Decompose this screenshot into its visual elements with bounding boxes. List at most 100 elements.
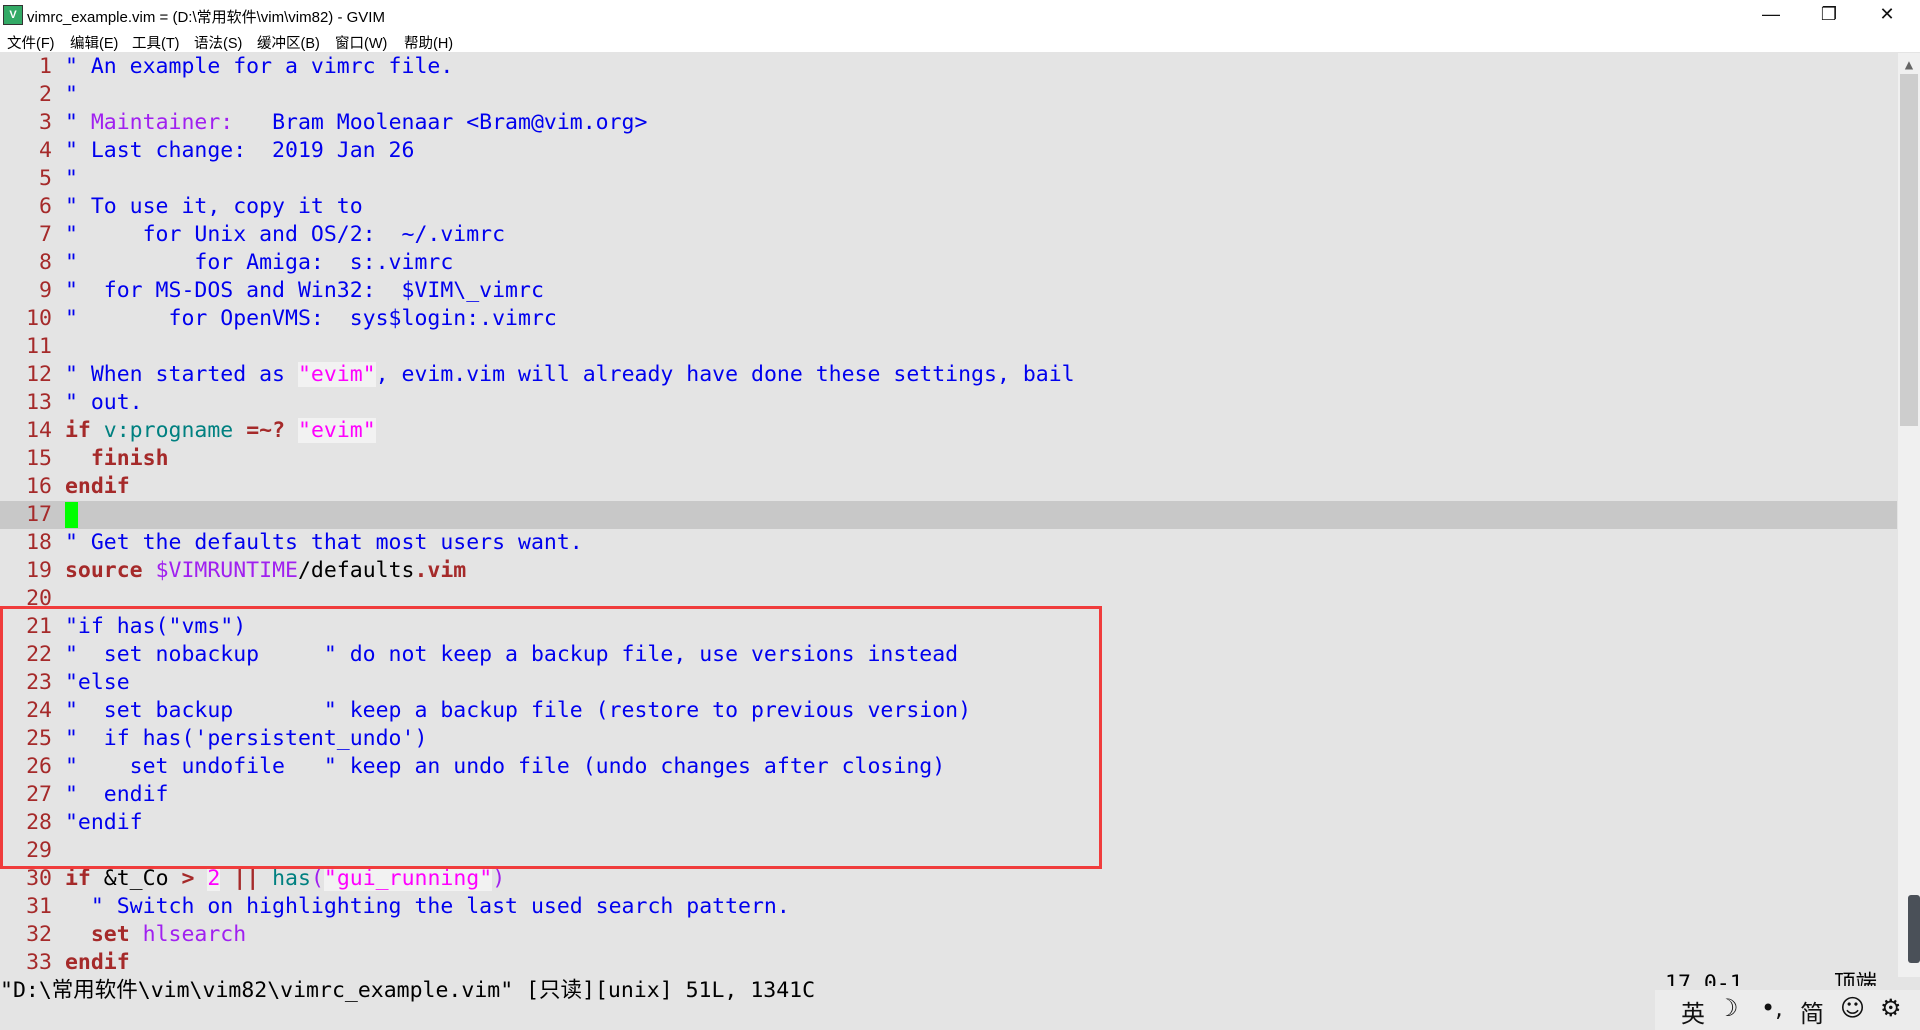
syntax-plain	[285, 418, 298, 443]
gear-icon[interactable]: ⚙	[1880, 994, 1902, 1022]
code-line[interactable]: 30 if &t_Co > 2 || has("gui_running")	[0, 865, 1897, 893]
text-cursor	[64, 502, 78, 528]
close-button[interactable]: ✕	[1858, 0, 1916, 30]
punctuation-icon[interactable]: •,	[1761, 994, 1783, 1022]
code-line[interactable]: 3 " Maintainer: Bram Moolenaar <Bram@vim…	[0, 109, 1897, 137]
line-number: 8	[39, 250, 52, 275]
syntax-stmt: endif	[64, 474, 130, 499]
code-line[interactable]: 10 " for OpenVMS: sys$login:.vimrc	[0, 305, 1897, 333]
syntax-comment: " Switch on highlighting the last used s…	[90, 894, 790, 919]
syntax-plain: &t_Co	[90, 866, 182, 891]
line-number: 1	[39, 54, 52, 79]
code-line[interactable]: 14 if v:progname =~? "evim"	[0, 417, 1897, 445]
syntax-stmt: source	[64, 558, 143, 583]
restore-button[interactable]: ❐	[1800, 0, 1858, 30]
syntax-comment: "	[64, 82, 78, 107]
syntax-plain	[220, 866, 233, 891]
syntax-special: )	[492, 866, 506, 891]
cursor-line[interactable]: 17	[0, 501, 1897, 529]
scrollbar-thumb[interactable]	[1900, 74, 1918, 426]
volume-meter-widget	[1908, 895, 1920, 963]
syntax-stmt: set	[90, 922, 130, 947]
gvim-app-icon[interactable]: V	[3, 5, 23, 25]
scroll-position: 顶端	[1834, 971, 1878, 986]
syntax-special: (	[310, 866, 324, 891]
code-line[interactable]: 33 endif	[0, 949, 1897, 977]
code-line[interactable]: 2 "	[0, 81, 1897, 109]
menu-file[interactable]: 文件(F)	[7, 32, 55, 53]
code-line[interactable]: 8 " for Amiga: s:.vimrc	[0, 249, 1897, 277]
menu-buffers[interactable]: 缓冲区(B)	[257, 32, 320, 53]
smiley-icon[interactable]: ☺	[1840, 994, 1865, 1022]
menu-syntax[interactable]: 语法(S)	[194, 32, 242, 53]
syntax-stmt: =~?	[246, 418, 286, 443]
line-number: 6	[39, 194, 52, 219]
code-line[interactable]: 6 " To use it, copy it to	[0, 193, 1897, 221]
line-number: 15	[26, 446, 52, 471]
syntax-plain	[233, 418, 246, 443]
menu-help[interactable]: 帮助(H)	[404, 32, 453, 53]
menu-edit[interactable]: 编辑(E)	[70, 32, 118, 53]
minimize-button[interactable]: —	[1742, 0, 1800, 30]
code-line[interactable]: 12 " When started as "evim", evim.vim wi…	[0, 361, 1897, 389]
syntax-stmt: if	[64, 866, 91, 891]
syntax-comment: " for Unix and OS/2: ~/.vimrc	[64, 222, 506, 247]
line-number: 33	[26, 950, 52, 975]
syntax-stmt: finish	[90, 446, 169, 471]
code-line[interactable]: 13 " out.	[0, 389, 1897, 417]
syntax-str: "evim"	[298, 418, 376, 443]
syntax-plain	[130, 922, 143, 947]
code-line[interactable]: 5 "	[0, 165, 1897, 193]
syntax-stmt: endif	[64, 950, 130, 975]
line-number: 31	[26, 894, 52, 919]
syntax-comment: " To use it, copy it to	[64, 194, 363, 219]
code-line[interactable]: 1 " An example for a vimrc file.	[0, 53, 1897, 81]
syntax-num: 2	[207, 866, 221, 891]
vertical-scrollbar[interactable]: ▲	[1898, 53, 1920, 977]
code-line[interactable]: 15 finish	[0, 445, 1897, 473]
syntax-comment: , evim.vim will already have done these …	[375, 362, 1075, 387]
syntax-str: "evim"	[297, 362, 376, 387]
syntax-comment: " for Amiga: s:.vimrc	[64, 250, 454, 275]
syntax-special: Maintainer:	[90, 110, 234, 135]
code-line[interactable]: 4 " Last change: 2019 Jan 26	[0, 137, 1897, 165]
title-bar: V vimrc_example.vim = (D:\常用软件\vim\vim82…	[0, 0, 1920, 30]
syntax-plain	[259, 866, 272, 891]
syntax-comment: " for OpenVMS: sys$login:.vimrc	[64, 306, 557, 331]
syntax-plain	[65, 894, 91, 919]
menu-tools[interactable]: 工具(T)	[132, 32, 180, 53]
code-line[interactable]: 32 set hlsearch	[0, 921, 1897, 949]
line-number: 32	[26, 922, 52, 947]
code-line[interactable]: 16 endif	[0, 473, 1897, 501]
ime-english-toggle[interactable]: 英	[1681, 994, 1705, 1029]
status-message: "D:\常用软件\vim\vim82\vimrc_example.vim" [只…	[0, 978, 816, 1003]
menu-window[interactable]: 窗口(W)	[335, 32, 387, 53]
line-number: 3	[39, 110, 52, 135]
ime-toolbar: 英 ☽ •, 简 ☺ ⚙	[1655, 990, 1920, 1030]
line-number: 7	[39, 222, 52, 247]
syntax-comment: " An example for a vimrc file.	[64, 54, 454, 79]
code-line[interactable]: 19 source $VIMRUNTIME/defaults.vim	[0, 557, 1897, 585]
syntax-special: $VIMRUNTIME	[155, 558, 298, 583]
ime-simplified-toggle[interactable]: 简	[1800, 994, 1824, 1029]
code-line[interactable]: 31 " Switch on highlighting the last use…	[0, 893, 1897, 921]
syntax-str: "gui_running"	[323, 866, 493, 891]
code-line[interactable]: 11	[0, 333, 1897, 361]
line-number: 16	[26, 474, 52, 499]
code-line[interactable]: 7 " for Unix and OS/2: ~/.vimrc	[0, 221, 1897, 249]
highlight-annotation-box	[0, 606, 1102, 869]
syntax-stmt: .vim	[414, 558, 467, 583]
line-number: 14	[26, 418, 52, 443]
line-number: 18	[26, 530, 52, 555]
cursor-position: 17,0-1	[1665, 971, 1743, 986]
syntax-plain	[65, 446, 91, 471]
scroll-up-arrow-icon[interactable]: ▲	[1898, 57, 1920, 73]
line-number: 13	[26, 390, 52, 415]
syntax-comment: " out.	[64, 390, 143, 415]
moon-icon[interactable]: ☽	[1717, 994, 1739, 1022]
syntax-stmt: if	[64, 418, 91, 443]
menu-bar: 文件(F) 编辑(E) 工具(T) 语法(S) 缓冲区(B) 窗口(W) 帮助(…	[0, 30, 1920, 52]
code-line[interactable]: 9 " for MS-DOS and Win32: $VIM\_vimrc	[0, 277, 1897, 305]
code-line[interactable]: 18 " Get the defaults that most users wa…	[0, 529, 1897, 557]
syntax-plain	[91, 418, 104, 443]
